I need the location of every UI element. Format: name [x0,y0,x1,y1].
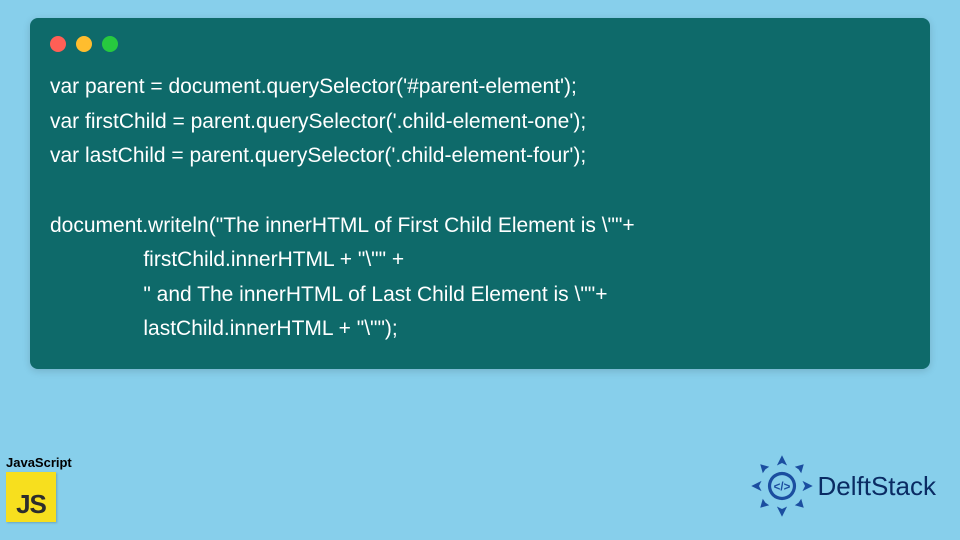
javascript-label: JavaScript [6,455,72,470]
brand-name: DelftStack [818,471,937,502]
window-traffic-lights [50,36,910,52]
javascript-logo-text: JS [16,489,46,522]
code-window: var parent = document.querySelector('#pa… [30,18,930,369]
code-line: var parent = document.querySelector('#pa… [50,75,577,98]
code-line: " and The innerHTML of Last Child Elemen… [50,283,608,306]
close-icon [50,36,66,52]
brand-footer: </> DelftStack [750,454,937,518]
svg-text:</>: </> [773,481,790,493]
delftstack-logo-icon: </> [750,454,814,518]
minimize-icon [76,36,92,52]
javascript-badge: JavaScript JS [6,455,72,522]
code-line: document.writeln("The innerHTML of First… [50,214,635,237]
code-line: var lastChild = parent.querySelector('.c… [50,144,586,167]
maximize-icon [102,36,118,52]
javascript-logo-icon: JS [6,472,56,522]
code-line: var firstChild = parent.querySelector('.… [50,110,586,133]
code-line: firstChild.innerHTML + "\"" + [50,248,404,271]
code-line: lastChild.innerHTML + "\""); [50,317,398,340]
code-block: var parent = document.querySelector('#pa… [50,70,910,347]
